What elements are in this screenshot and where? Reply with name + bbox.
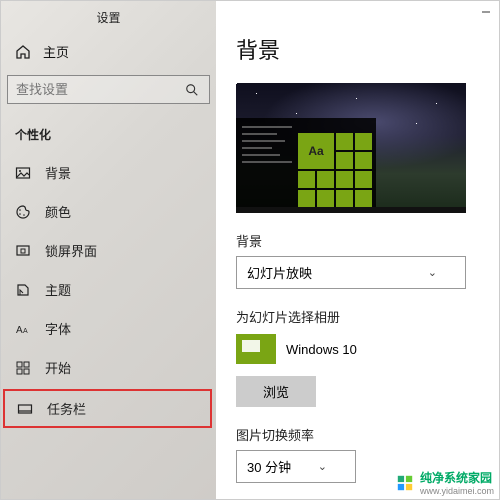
preview-tile-aa: Aa (298, 133, 334, 169)
svg-text:A: A (16, 325, 23, 336)
window-controls (479, 5, 493, 19)
sidebar-item-label: 开始 (45, 358, 71, 377)
picture-icon (15, 165, 31, 181)
sidebar-section-label: 个性化 (1, 118, 216, 153)
watermark-url: www.yidaimei.com (420, 486, 494, 496)
lockscreen-icon (15, 243, 31, 259)
app-title: 设置 (1, 7, 216, 34)
page-title: 背景 (236, 33, 489, 65)
frequency-dropdown[interactable]: 30 分钟 ⌄ (236, 450, 356, 483)
sidebar-home[interactable]: 主页 (1, 34, 216, 75)
svg-text:A: A (23, 328, 28, 335)
sidebar-item-taskbar[interactable]: 任务栏 (3, 389, 212, 428)
sidebar-nav: 背景 颜色 锁屏界面 主题 (1, 153, 216, 430)
search-container (7, 75, 210, 104)
frequency-field-label: 图片切换频率 (236, 425, 489, 444)
start-menu-preview: Aa (236, 118, 376, 213)
sidebar-item-label: 锁屏界面 (45, 241, 97, 260)
sidebar: 设置 主页 个性化 背景 (1, 1, 216, 499)
album-name: Windows 10 (286, 342, 357, 357)
watermark-logo-icon (396, 474, 414, 492)
background-field-label: 背景 (236, 231, 489, 250)
sidebar-item-colors[interactable]: 颜色 (1, 192, 216, 231)
desktop-preview: Aa (236, 83, 466, 213)
sidebar-item-label: 主题 (45, 280, 71, 299)
sidebar-item-themes[interactable]: 主题 (1, 270, 216, 309)
sidebar-item-fonts[interactable]: AA 字体 (1, 309, 216, 348)
palette-icon (15, 204, 31, 220)
minimize-button[interactable] (479, 5, 493, 19)
settings-window: 设置 主页 个性化 背景 (0, 0, 500, 500)
sidebar-item-label: 字体 (45, 319, 71, 338)
taskbar-icon (17, 401, 33, 417)
chevron-down-icon: ⌄ (318, 460, 327, 473)
watermark-brand: 纯净系统家园 (420, 469, 494, 486)
fonts-icon: AA (15, 321, 31, 337)
frequency-dropdown-value: 30 分钟 (247, 457, 291, 476)
sidebar-item-lockscreen[interactable]: 锁屏界面 (1, 231, 216, 270)
album-row: Windows 10 (236, 334, 489, 364)
sidebar-item-start[interactable]: 开始 (1, 348, 216, 387)
content-pane: 背景 Aa 背景 幻灯片放映 ⌄ 为幻灯片选择相册 Wind (216, 1, 499, 499)
home-icon (15, 44, 31, 60)
chevron-down-icon: ⌄ (428, 266, 437, 279)
album-thumbnail (236, 334, 276, 364)
search-input[interactable] (7, 75, 210, 104)
watermark: 纯净系统家园 www.yidaimei.com (396, 469, 494, 496)
themes-icon (15, 282, 31, 298)
sidebar-item-background[interactable]: 背景 (1, 153, 216, 192)
sidebar-home-label: 主页 (43, 42, 69, 61)
sidebar-item-label: 背景 (45, 163, 71, 182)
album-field-label: 为幻灯片选择相册 (236, 307, 489, 326)
background-dropdown-value: 幻灯片放映 (247, 263, 312, 282)
sidebar-item-label: 任务栏 (47, 399, 86, 418)
browse-button[interactable]: 浏览 (236, 376, 316, 407)
start-icon (15, 360, 31, 376)
search-icon (184, 82, 200, 98)
sidebar-item-label: 颜色 (45, 202, 71, 221)
background-dropdown[interactable]: 幻灯片放映 ⌄ (236, 256, 466, 289)
